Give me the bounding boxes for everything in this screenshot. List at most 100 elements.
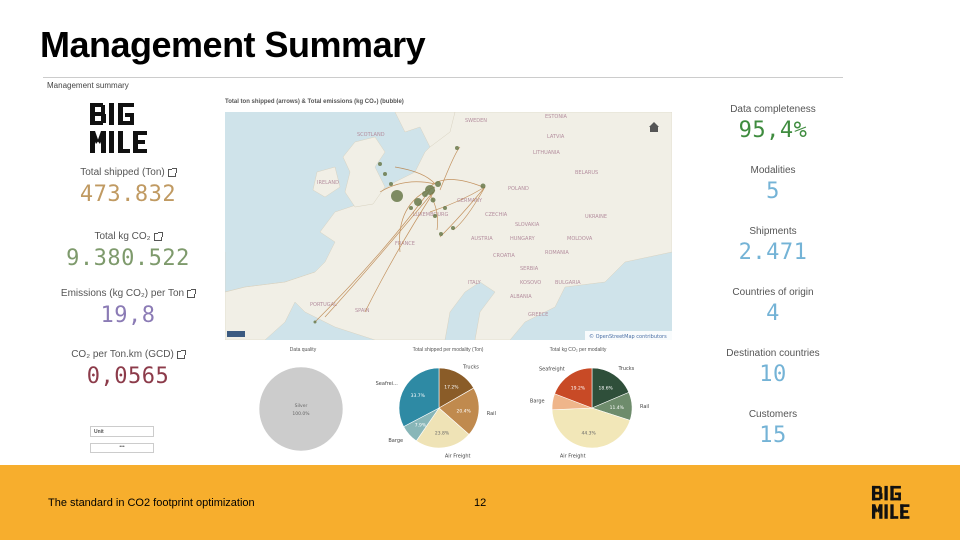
pie-title-data-quality: Data quality (289, 347, 317, 353)
kpi-label: Total kg CO₂ (94, 231, 151, 242)
country-label: POLAND (508, 186, 529, 192)
pie-data-label: 17.2% (444, 385, 459, 391)
footer-tagline: The standard in CO2 footprint optimizati… (48, 497, 255, 509)
emission-bubble[interactable] (430, 197, 436, 203)
emission-bubble[interactable] (391, 190, 403, 202)
kpi-value: 19,8 (100, 303, 156, 328)
pie-category-label: Barge (388, 438, 403, 444)
kpi-label: Countries of origin (732, 287, 814, 298)
dashboard-divider (43, 77, 843, 78)
kpi-label: Destination countries (726, 348, 820, 359)
pie-category-label: Rail (640, 404, 649, 410)
kpi-value: 9.380.522 (66, 246, 190, 271)
map-attribution[interactable]: © OpenStreetMap contributors (589, 333, 667, 340)
emission-bubble[interactable] (422, 191, 428, 197)
external-link-icon[interactable] (187, 288, 197, 298)
unit-value-field[interactable]: ••• (90, 443, 154, 453)
pie-category-label: Trucks (462, 364, 479, 370)
pie-category-label: Barge (530, 398, 545, 404)
pie-data-label: 33.7% (411, 393, 426, 399)
pie-shipped-per-modality[interactable]: 17.2% Trucks 20.4% Rail 23.8% Air Freight 7.9%… (373, 355, 503, 470)
emission-bubble[interactable] (313, 320, 317, 324)
country-label: LITHUANIA (533, 150, 560, 156)
kpi-shipments[interactable]: Shipments 2.471 (718, 226, 828, 265)
external-link-icon[interactable] (153, 231, 163, 241)
kpi-destination-countries[interactable]: Destination countries 10 (718, 348, 828, 387)
kpi-label: Shipments (749, 226, 797, 237)
pie-svg: 17.2% Trucks 20.4% Rail 23.8% Air Freight 7.9%… (376, 364, 496, 460)
country-label: KOSOVO (520, 280, 541, 286)
kpi-co2-per-tonkm[interactable]: CO₂ per Ton.km (GCD) 0,0565 (48, 349, 208, 389)
kpi-label: Total shipped (Ton) (80, 167, 165, 178)
country-label: ALBANIA (510, 294, 532, 300)
kpi-label: CO₂ per Ton.km (GCD) (71, 349, 174, 360)
continent-shape (225, 112, 672, 340)
pie-slice[interactable] (258, 366, 344, 452)
kpi-value: 10 (759, 362, 787, 387)
pie-data-label: 19.2% (571, 386, 586, 392)
big-mile-logo-footer (871, 485, 910, 519)
emission-bubble[interactable] (480, 183, 486, 189)
kpi-label: Modalities (750, 165, 796, 176)
kpi-data-completeness[interactable]: Data completeness 95,4% (718, 104, 828, 143)
unit-field[interactable]: Unit (90, 426, 154, 437)
kpi-value: 15 (759, 423, 787, 448)
emission-bubble[interactable] (439, 232, 443, 236)
kpi-total-shipped[interactable]: Total shipped (Ton) 473.832 (48, 167, 208, 207)
emission-bubble[interactable] (383, 172, 387, 176)
big-mile-logo (90, 103, 147, 153)
kpi-value: 2.471 (738, 240, 808, 265)
pie-data-label: 11.4% (610, 405, 625, 411)
country-label: MOLDOVA (567, 236, 593, 242)
emission-bubble[interactable] (433, 214, 437, 218)
pie-category-label: Silver (295, 403, 308, 409)
country-label: IRELAND (317, 180, 339, 186)
pie-data-label: 23.8% (435, 431, 450, 437)
country-label: HUNGARY (510, 236, 536, 242)
emission-bubble[interactable] (435, 181, 441, 187)
emission-bubble[interactable] (443, 206, 447, 210)
pie-data-quality[interactable]: 100.0% Silver (253, 357, 353, 462)
kpi-emissions-per-ton[interactable]: Emissions (kg CO₂) per Ton 19,8 (48, 288, 208, 328)
kpi-total-co2[interactable]: Total kg CO₂ 9.380.522 (48, 231, 208, 271)
country-label: GERMANY (457, 198, 483, 204)
pie-co2-per-modality[interactable]: 18.6% Trucks 11.4% Rail 44.3% Air Freight Barg… (528, 355, 658, 470)
kpi-value: 95,4% (738, 118, 808, 143)
kpi-countries-origin[interactable]: Countries of origin 4 (718, 287, 828, 326)
emission-bubble[interactable] (414, 198, 422, 206)
pie-category-label: Air Freight (560, 454, 586, 460)
country-label: LATVIA (547, 134, 565, 140)
emission-bubble[interactable] (389, 182, 393, 186)
external-link-icon[interactable] (176, 349, 186, 359)
country-label: ESTONIA (545, 114, 568, 120)
pie-svg: 100.0% Silver (258, 366, 344, 452)
pie-svg: 18.6% Trucks 11.4% Rail 44.3% Air Freight Barg… (530, 366, 649, 460)
country-label: SCOTLAND (357, 132, 385, 138)
pie-data-label: 7.9% (415, 422, 427, 428)
emission-bubble[interactable] (451, 226, 455, 230)
kpi-value: 0,0565 (86, 364, 170, 389)
country-label: GREECE (528, 312, 548, 318)
pie-category-label: Seafrei... (376, 381, 399, 387)
dashboard-label: Management summary (47, 81, 129, 90)
pie-title-shipped: Total shipped per modality (Ton) (412, 347, 484, 353)
pie-category-label: Seafreight (539, 366, 565, 372)
external-link-icon[interactable] (167, 167, 177, 177)
country-label: CROATIA (493, 253, 515, 259)
emission-bubble[interactable] (409, 206, 413, 210)
pie-data-label: 20.4% (457, 408, 472, 414)
map-canvas: SWEDEN ESTONIA LATVIA LITHUANIA BELARUS … (225, 112, 672, 340)
shipment-map[interactable]: SWEDEN ESTONIA LATVIA LITHUANIA BELARUS … (225, 112, 672, 340)
country-label: ITALY (468, 280, 482, 286)
pie-data-label: 44.3% (582, 431, 597, 437)
kpi-value: 473.832 (79, 182, 177, 207)
country-label: FRANCE (395, 241, 415, 247)
pie-category-label: Air Freight (445, 454, 471, 460)
emission-bubble[interactable] (455, 146, 459, 150)
footer-bar: The standard in CO2 footprint optimizati… (0, 465, 960, 540)
kpi-customers[interactable]: Customers 15 (718, 409, 828, 448)
kpi-modalities[interactable]: Modalities 5 (718, 165, 828, 204)
emission-bubble[interactable] (378, 162, 382, 166)
kpi-label: Customers (748, 409, 798, 420)
kpi-value: 4 (766, 301, 780, 326)
